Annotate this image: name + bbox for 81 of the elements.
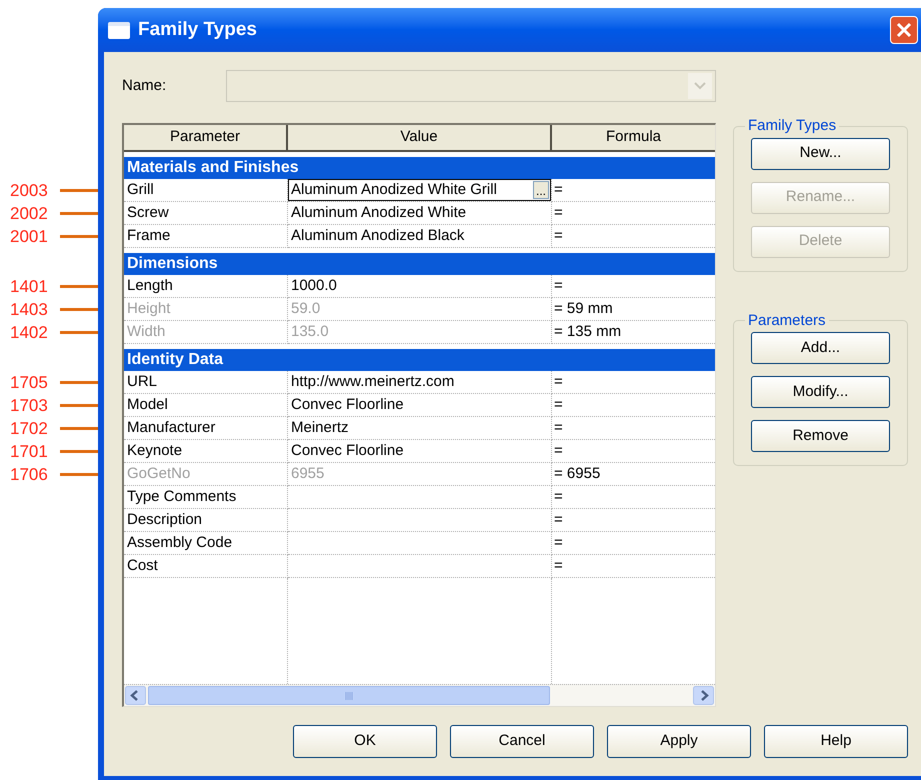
callout-number: 1703 [9,394,49,417]
parameter-name: Length [127,276,173,296]
parameter-name: Screw [127,202,169,223]
leader-line [60,331,98,334]
formula: = [554,556,563,576]
dialog-button[interactable]: OK [293,725,437,758]
leader-line [60,285,98,288]
parameter-name: Frame [127,226,170,246]
callout-number: 2001 [9,226,49,248]
close-button[interactable] [890,16,918,44]
dialog-button[interactable]: Cancel [450,725,594,758]
value-cell[interactable]: Aluminum Anodized Black [288,225,552,248]
callout-number: 1705 [9,372,49,394]
parameter-name: Height [127,298,170,319]
leader-line [60,212,98,215]
value-field[interactable]: Aluminum Anodized White Grill ... [288,179,551,201]
leader-line [60,427,98,430]
parameter-name: Keynote [127,440,182,461]
leader-line [60,189,98,192]
dialog-button[interactable]: Help [764,725,908,758]
parameter-name: Width [127,322,166,342]
leader-line [60,381,98,384]
callout-number: 1702 [9,418,49,440]
window-title: Family Types [138,18,257,42]
formula: = 135 mm [554,322,622,342]
formula: = [554,276,563,296]
group-header[interactable]: Identity Data [124,349,715,371]
formula: = [554,372,563,392]
column-header[interactable]: Value [288,125,552,150]
leader-line [60,450,98,453]
parameter-name: Assembly Code [127,532,232,553]
callout-number: 1402 [9,322,49,344]
parameter-name: Grill [127,180,154,200]
close-icon [896,22,912,38]
callout-number: 1401 [9,276,49,298]
formula: = [554,510,563,530]
formula: = [554,180,563,200]
caret-icon [694,82,706,90]
column-header[interactable]: Formula [552,125,715,150]
formula: = 6955 [554,464,600,484]
parameter-name: Type Comments [127,486,236,507]
grip-icon [344,692,354,700]
formula: = [554,440,563,461]
dialog-button[interactable]: Remove [751,420,890,452]
scrollbar-thumb[interactable] [148,686,550,705]
formula: = [554,486,563,507]
formula: = [554,394,563,415]
dialog-button[interactable]: Apply [607,725,751,758]
parameter-name: URL [127,372,158,392]
name-label: Name: [122,76,168,96]
dialog-button[interactable]: Modify... [751,376,890,408]
formula: = [554,418,563,438]
parameter-name: Model [127,394,168,415]
browse-button[interactable]: ... [532,181,549,199]
formula: = [554,532,563,553]
column-header[interactable]: Parameter [124,125,288,150]
dialog-button[interactable]: New... [751,138,890,170]
leader-line [60,404,98,407]
callout-number: 2002 [9,202,49,225]
leader-line [60,235,98,238]
callout-number: 2003 [9,180,49,202]
group-title: Parameters [747,310,827,330]
value-cell[interactable] [288,555,552,578]
group-header[interactable]: Materials and Finishes [124,157,715,179]
window-icon [108,22,130,38]
callout-number: 1403 [9,298,49,321]
parameter-name: Cost [127,556,158,576]
callout-number: 1701 [9,440,49,463]
group-header[interactable]: Dimensions [124,253,715,275]
callout-number: 1706 [9,464,49,486]
group-title: Family Types [747,116,838,136]
leader-line [60,473,98,476]
dialog-button[interactable]: Add... [751,332,890,364]
formula: = [554,202,563,223]
formula: = [554,226,563,246]
parameter-name: Description [127,510,202,530]
leader-line [60,308,98,311]
formula: = 59 mm [554,298,613,319]
parameter-name: Manufacturer [127,418,216,438]
parameter-name: GoGetNo [127,464,190,484]
horizontal-scrollbar[interactable] [124,684,715,706]
